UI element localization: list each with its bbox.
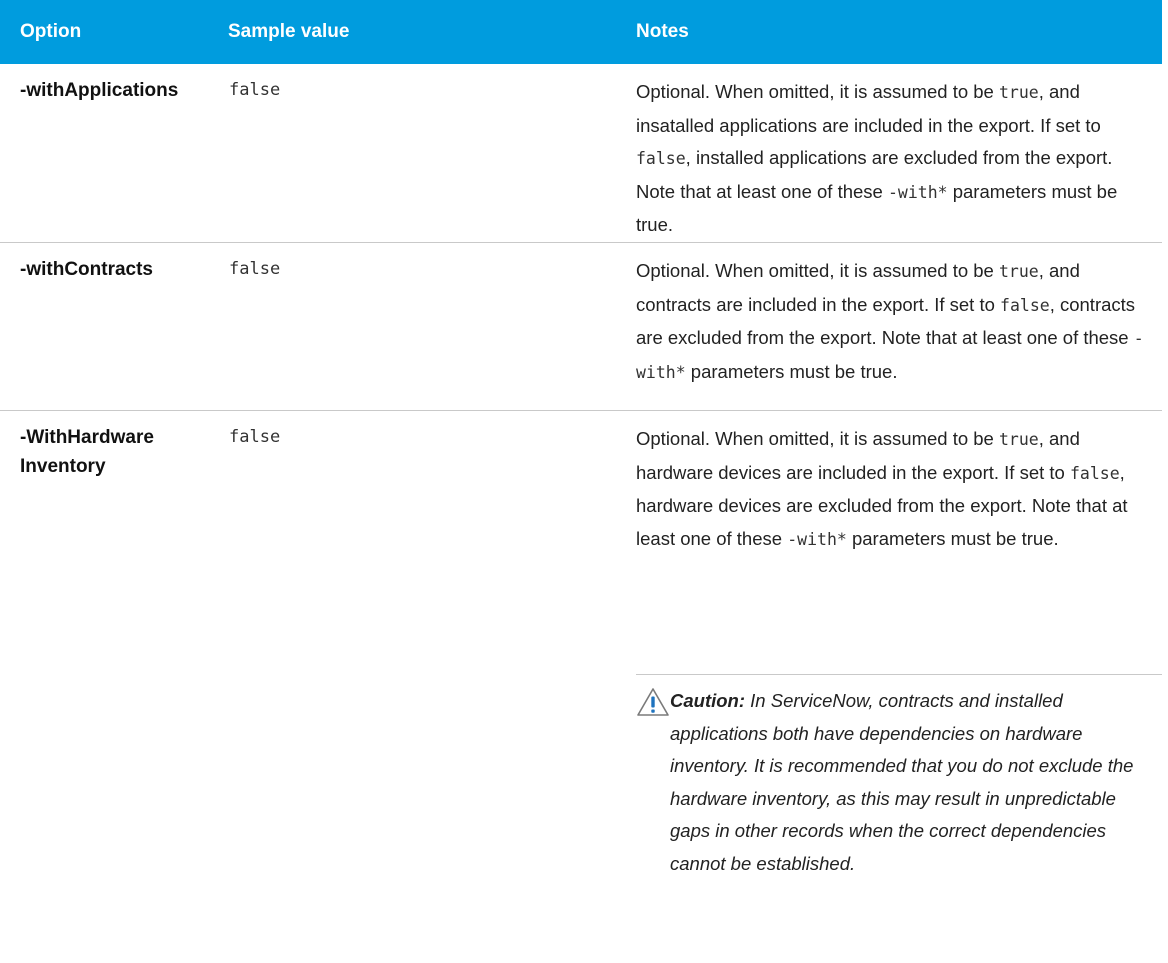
inline-code: -with* [787,529,847,549]
table-row-with-contracts: -withContracts false Optional. When omit… [0,243,1162,411]
inline-code: false [1069,463,1120,483]
notes-text: parameters must be true. [685,360,898,382]
sample-value: false [229,427,281,447]
option-name: -withApplications [20,80,179,101]
notes-text: Optional. When omitted, it is assumed to… [636,81,999,102]
inline-code: -with* [887,182,948,202]
header-option: Option [20,21,82,42]
option-name-line-1: -WithHardware [20,427,154,448]
header-sample-value: Sample value [228,21,350,42]
sample-value: false [229,259,281,279]
caution-body: In ServiceNow, contracts and installed a… [670,690,1134,874]
caution-divider [636,674,1162,675]
inline-code: false [1000,295,1050,315]
header-notes: Notes [636,21,689,42]
option-notes: Optional. When omitted, it is assumed to… [636,423,1146,556]
option-notes: Optional. When omitted, it is assumed to… [636,76,1146,242]
option-name: -WithHardware Inventory [20,423,220,481]
inline-code: true [998,430,1039,449]
caution-label: Caution: [670,690,746,711]
option-notes: Optional. When omitted, it is assumed to… [636,255,1146,389]
inline-code: false [636,149,686,168]
notes-text: Optional. When omitted, it is assumed to… [636,428,999,449]
inline-code: true [998,83,1039,102]
option-name: -withContracts [20,259,153,280]
notes-text: Optional. When omitted, it is assumed to… [636,260,999,281]
option-name-line-2: Inventory [20,456,106,477]
notes-text: parameters must be true. [846,527,1059,549]
table-header: Option Sample value Notes [0,0,1162,64]
inline-code: true [998,262,1039,281]
warning-triangle-icon [637,688,669,716]
table-row-with-applications: -withApplications false Optional. When o… [0,64,1162,243]
caution-text: Caution: In ServiceNow, contracts and in… [670,685,1158,880]
sample-value: false [229,80,281,100]
